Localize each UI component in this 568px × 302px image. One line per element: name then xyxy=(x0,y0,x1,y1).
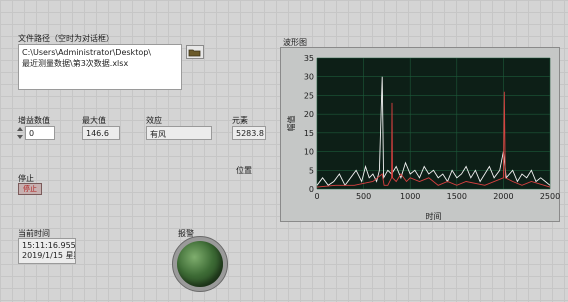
stop-button[interactable]: 停止 xyxy=(18,183,42,195)
number-input[interactable]: 0 xyxy=(25,126,55,140)
number-label: 增益数值 xyxy=(18,116,50,125)
y-tick-label: 5 xyxy=(309,166,314,175)
stepper-arrows-icon xyxy=(17,127,23,139)
file-path-label: 文件路径（空时为对话框） xyxy=(18,34,114,43)
current-time-display: 15:11:16.955 2019/1/15 星期 xyxy=(18,238,76,264)
y-tick-label: 0 xyxy=(309,185,314,194)
y-tick-label: 30 xyxy=(304,73,314,82)
x-tick-label: 2000 xyxy=(493,192,513,201)
x-tick-label: 1500 xyxy=(447,192,467,201)
position-label: 位置 xyxy=(236,166,252,175)
x-tick-label: 2500 xyxy=(540,192,560,201)
x-tick-label: 500 xyxy=(356,192,371,201)
status-display: 有风 xyxy=(146,126,212,140)
date-value: 2019/1/15 星期 xyxy=(22,251,76,260)
file-path-line-2: 最近测量数据\第3次数据.xlsx xyxy=(22,59,129,68)
max-value-display: 146.6 xyxy=(82,126,120,140)
element-label: 元素 xyxy=(232,116,248,125)
y-tick-label: 35 xyxy=(304,54,314,63)
browse-button[interactable] xyxy=(186,45,204,59)
file-path-field[interactable]: C:\Users\Administrator\Desktop\ 最近测量数据\第… xyxy=(18,44,182,90)
folder-icon xyxy=(188,49,201,57)
status-indicator-led xyxy=(177,241,223,287)
y-tick-label: 10 xyxy=(304,148,314,157)
status-label: 效应 xyxy=(146,116,162,125)
plot-area xyxy=(317,58,550,189)
x-tick-label: 0 xyxy=(314,192,319,201)
max-value-label: 最大值 xyxy=(82,116,106,125)
file-path-line-1: C:\Users\Administrator\Desktop\ xyxy=(22,48,151,57)
y-tick-label: 15 xyxy=(304,129,314,138)
y-axis-label: 幅值 xyxy=(286,116,296,132)
element-display: 5283.8 xyxy=(232,126,266,140)
x-axis-label: 时间 xyxy=(426,211,442,221)
y-tick-label: 20 xyxy=(304,110,314,119)
x-tick-label: 1000 xyxy=(400,192,420,201)
waveform-chart[interactable]: 0 500 1000 1500 2000 2500 0 5 10 15 20 25 30 35 时间 幅值 xyxy=(280,47,560,222)
numeric-stepper[interactable] xyxy=(16,126,24,140)
y-tick-label: 25 xyxy=(304,91,314,100)
time-value: 15:11:16.955 xyxy=(22,241,76,250)
